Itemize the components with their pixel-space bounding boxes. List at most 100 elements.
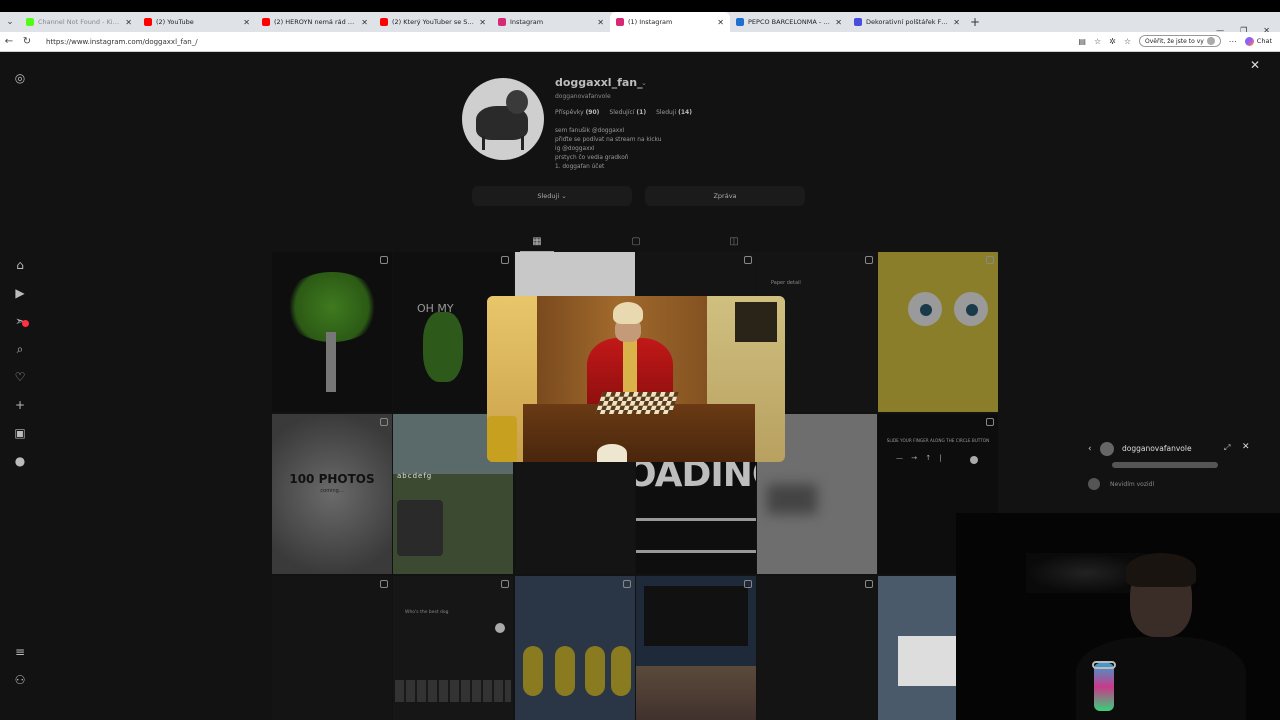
- dog-legs-shape: [482, 136, 524, 150]
- posts-stat[interactable]: Příspěvky (90): [555, 109, 599, 116]
- tab-close-icon[interactable]: ✕: [361, 18, 368, 27]
- tab-close-icon[interactable]: ✕: [125, 18, 132, 27]
- copilot-chat-button[interactable]: Chat: [1244, 36, 1272, 46]
- extensions-icon[interactable]: ✲: [1109, 37, 1116, 46]
- message-button[interactable]: Zpráva: [645, 186, 805, 206]
- profile-avatar-icon[interactable]: ●: [12, 453, 28, 469]
- multi-photo-icon: [744, 580, 752, 588]
- post-text: Who's the best dog: [405, 610, 449, 615]
- post-text: 100 PHOTOS: [289, 472, 375, 486]
- tab-actions-icon[interactable]: ⌄: [0, 12, 20, 32]
- post-tile[interactable]: [272, 576, 392, 720]
- instagram-logo-icon[interactable]: ◎: [12, 70, 28, 86]
- multi-photo-icon: [986, 418, 994, 426]
- following-label: Sleduji: [656, 109, 677, 116]
- tab-title: (2) Který YouTuber se Stane Králem...: [392, 18, 475, 26]
- post-tile[interactable]: [878, 252, 998, 412]
- followers-label: Sledující: [609, 109, 635, 116]
- post-tile[interactable]: [272, 252, 392, 412]
- favorite-star-icon[interactable]: ☆: [1094, 37, 1101, 46]
- wall-board-shape: [735, 302, 777, 342]
- tagged-tab-icon[interactable]: ◫: [722, 234, 746, 248]
- posts-count: (90): [585, 109, 600, 116]
- reels-tab-icon[interactable]: ▢: [624, 234, 648, 248]
- instagram-sidebar: ◎ ⌂ ▶ ➣ ⌕ ♡ + ▣ ● ≡ ⚇: [0, 52, 40, 720]
- top-strip: [0, 0, 1280, 12]
- reels-icon[interactable]: ▶: [12, 285, 28, 301]
- tab-bing-search[interactable]: PEPCO BARCELONMA - Hledat ✕: [730, 12, 848, 32]
- tab-youtube-heroyn[interactable]: (2) HEROYN nemá rád HRANÍ z H... ✕: [256, 12, 374, 32]
- collections-icon[interactable]: ☆: [1124, 37, 1131, 46]
- following-button[interactable]: Sleduji ⌄: [472, 186, 632, 206]
- verify-identity-button[interactable]: Ověřit, že jste to vy: [1139, 35, 1221, 47]
- tab-close-icon[interactable]: ✕: [479, 18, 486, 27]
- close-icon[interactable]: ✕: [1250, 58, 1260, 72]
- address-bar-icons: ▤ ☆ ✲ ☆ Ověřit, že jste to vy ⋯ Chat: [1078, 35, 1272, 47]
- tab-close-icon[interactable]: ✕: [243, 18, 250, 27]
- post-tile[interactable]: [636, 576, 756, 720]
- shop-favicon-icon: [854, 18, 862, 26]
- back-icon[interactable]: ←: [0, 36, 18, 47]
- arrows-icon: — → ↑ |: [896, 454, 945, 462]
- menu-icon[interactable]: ≡: [12, 644, 28, 660]
- tab-youtube[interactable]: (2) YouTube ✕: [138, 12, 256, 32]
- tab-instagram[interactable]: Instagram ✕: [492, 12, 610, 32]
- profile-picture[interactable]: [462, 78, 544, 160]
- more-menu-icon[interactable]: ⋯: [1229, 37, 1237, 46]
- post-tile[interactable]: Who's the best dog: [393, 576, 513, 720]
- tab-close-icon[interactable]: ✕: [717, 18, 724, 27]
- expand-icon[interactable]: ⤢: [1224, 443, 1230, 453]
- message-bubble: [1112, 462, 1218, 468]
- post-tile[interactable]: [757, 576, 877, 720]
- post-tile[interactable]: 100 PHOTOS coming...: [272, 414, 392, 574]
- minion-shape: [523, 646, 543, 696]
- chevron-left-icon[interactable]: ‹: [1088, 444, 1092, 454]
- minion-shape: [555, 646, 575, 696]
- search-icon[interactable]: ⌕: [12, 341, 28, 357]
- url-field[interactable]: https://www.instagram.com/doggaxxl_fan_/: [40, 35, 1060, 49]
- multi-photo-icon: [744, 256, 752, 264]
- mini-chat-widget: ‹ dogganovafanvole ⤢ ✕ Nevidím vozidl: [1082, 436, 1258, 500]
- dashboard-icon[interactable]: ▣: [12, 425, 28, 441]
- chevron-down-icon[interactable]: ⌄: [641, 79, 647, 87]
- instagram-favicon-icon: [498, 18, 506, 26]
- multi-photo-icon: [865, 580, 873, 588]
- create-plus-icon[interactable]: +: [12, 397, 28, 413]
- youtube-favicon-icon: [380, 18, 388, 26]
- refresh-icon[interactable]: ↻: [18, 36, 36, 47]
- followers-stat[interactable]: Sledující (1): [609, 109, 646, 116]
- address-bar: ← ↻ https://www.instagram.com/doggaxxl_f…: [0, 32, 1280, 52]
- pupil-shape: [966, 304, 978, 316]
- tab-shop[interactable]: Dekorativní polštářek FC Barcelon... ✕: [848, 12, 966, 32]
- multi-photo-icon: [501, 580, 509, 588]
- tab-close-icon[interactable]: ✕: [835, 18, 842, 27]
- microphone-top-shape: [1092, 661, 1116, 669]
- tab-youtube-kral[interactable]: (2) Který YouTuber se Stane Králem... ✕: [374, 12, 492, 32]
- video-popup[interactable]: [487, 296, 785, 462]
- tab-title: PEPCO BARCELONMA - Hledat: [748, 18, 831, 26]
- tab-instagram-active[interactable]: (1) Instagram ✕: [610, 12, 730, 32]
- profile-stats: Příspěvky (90) Sledující (1) Sleduji (14…: [555, 109, 692, 116]
- close-icon[interactable]: ✕: [1242, 442, 1250, 452]
- screen-shape: [644, 586, 748, 646]
- reader-view-icon[interactable]: ▤: [1078, 37, 1086, 46]
- tab-kick[interactable]: Channel Not Found - Kick Stream ✕: [20, 12, 138, 32]
- crowd-shape: [636, 666, 756, 720]
- home-icon[interactable]: ⌂: [12, 257, 28, 273]
- bio-line: přiďte se podívat na stream na kicku: [555, 137, 662, 143]
- multi-photo-icon: [865, 256, 873, 264]
- post-tile[interactable]: [515, 576, 635, 720]
- bio-line: sem fanušik @doggaxxl: [555, 128, 625, 134]
- bio-line: ig @doggaxxl: [555, 146, 595, 152]
- heart-icon[interactable]: ♡: [12, 369, 28, 385]
- tree-trunk-shape: [326, 332, 336, 392]
- profile-tabs: ▦ ▢ ◫: [272, 232, 1000, 252]
- new-tab-icon[interactable]: +: [970, 15, 980, 29]
- tab-close-icon[interactable]: ✕: [953, 18, 960, 27]
- tab-close-icon[interactable]: ✕: [597, 18, 604, 27]
- posts-grid-icon[interactable]: ▦: [525, 234, 549, 248]
- webcam-overlay: [956, 513, 1280, 720]
- following-stat[interactable]: Sleduji (14): [656, 109, 692, 116]
- multi-photo-icon: [380, 418, 388, 426]
- threads-icon[interactable]: ⚇: [12, 672, 28, 688]
